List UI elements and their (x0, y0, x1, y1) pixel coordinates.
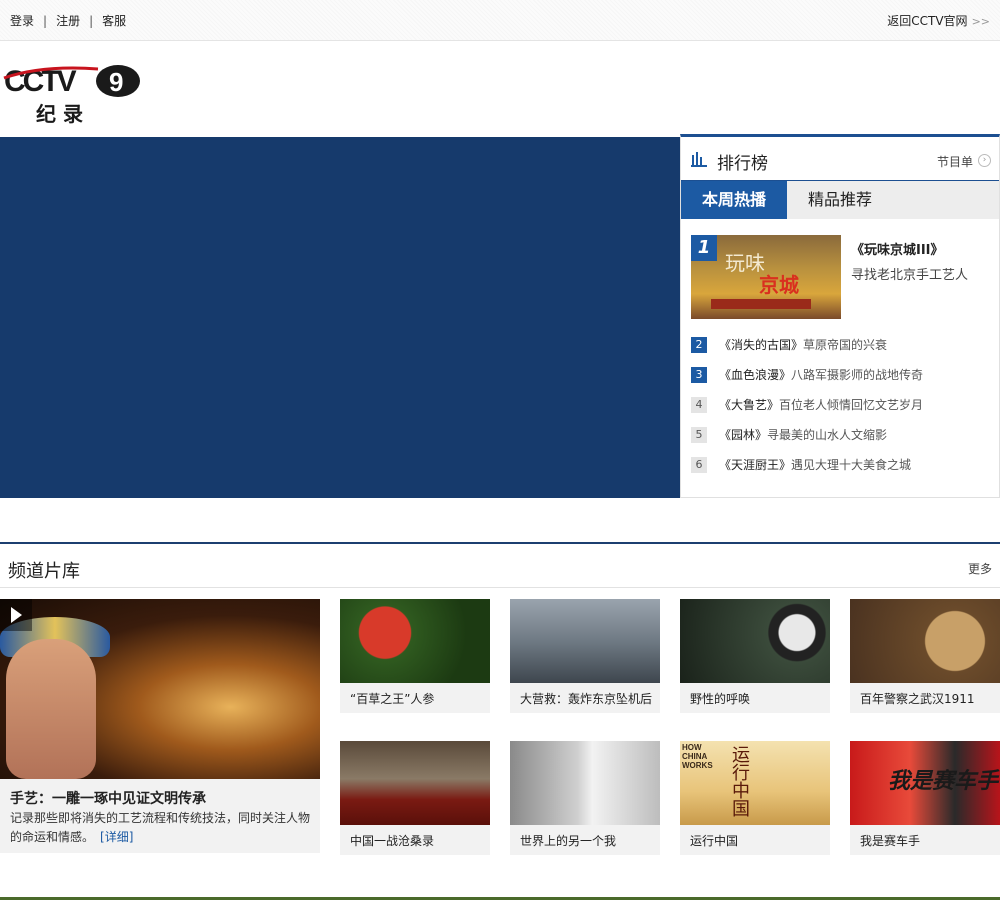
logo-subtitle: 纪 录 (36, 102, 83, 125)
program-card[interactable]: 野性的呼唤 (680, 599, 830, 713)
program-card[interactable]: 大营救：轰炸东京坠机后 (510, 599, 660, 713)
program-title[interactable]: 中国一战沧桑录 (350, 832, 434, 849)
program-thumbnail[interactable] (340, 741, 490, 825)
feature-image[interactable] (0, 599, 320, 779)
program-card[interactable]: “百草之王”人参 (340, 599, 490, 713)
program-card[interactable]: 世界上的另一个我 (510, 741, 660, 855)
list-item[interactable]: 6 《天涯厨王》遇见大理十大美食之城 (691, 457, 991, 487)
rank-number: 4 (691, 397, 707, 413)
program-thumbnail[interactable] (340, 599, 490, 683)
play-icon[interactable] (0, 599, 32, 631)
list-item[interactable]: 3 《血色浪漫》八路军摄影师的战地传奇 (691, 367, 991, 397)
item-desc[interactable]: 草原帝国的兴衰 (803, 338, 887, 352)
chevron-right-icon[interactable]: › (978, 154, 991, 167)
program-title[interactable]: 野性的呼唤 (690, 690, 750, 707)
program-thumbnail[interactable] (510, 741, 660, 825)
program-thumbnail[interactable] (680, 599, 830, 683)
ranking-title: 排行榜 (717, 154, 768, 174)
thumb-text: 京城 (759, 273, 799, 297)
detail-link[interactable]: [详细] (100, 830, 133, 844)
program-title[interactable]: “百草之王”人参 (350, 690, 434, 707)
item-text: 《天涯厨王》遇见大理十大美食之城 (719, 457, 911, 473)
top1-desc[interactable]: 寻找老北京手工艺人 (851, 264, 968, 283)
account-links: 登录 | 注册 | 客服 (10, 12, 126, 29)
program-thumbnail[interactable] (850, 599, 1000, 683)
divider: | (89, 14, 94, 28)
item-text: 《大鲁艺》百位老人倾情回忆文艺岁月 (719, 397, 923, 413)
customer-service-link[interactable]: 客服 (102, 12, 126, 29)
feature-title[interactable]: 手艺：一雕一琢中见证文明传承 (10, 788, 206, 808)
item-desc[interactable]: 百位老人倾情回忆文艺岁月 (779, 398, 923, 412)
item-desc[interactable]: 遇见大理十大美食之城 (791, 458, 911, 472)
item-text: 《园林》寻最美的山水人文缩影 (719, 427, 887, 443)
rank-number: 2 (691, 337, 707, 353)
program-title[interactable]: 大营救：轰炸东京坠机后 (520, 690, 652, 707)
thumb-text: 我是赛车手 (888, 769, 999, 794)
city-wall-graphic (711, 299, 811, 309)
program-thumbnail[interactable]: HOW CHINA WORKS 运行中国 (680, 741, 830, 825)
divider: | (43, 14, 48, 28)
program-thumbnail[interactable]: 我是赛车手 (850, 741, 1000, 825)
ranking-header: 排行榜 节目单 › (681, 137, 999, 181)
item-name[interactable]: 《园林》 (719, 428, 767, 442)
ranking-list: 2 《消失的古国》草原帝国的兴衰 3 《血色浪漫》八路军摄影师的战地传奇 4 《… (691, 337, 991, 487)
ranking-panel: 排行榜 节目单 › 本周热播 精品推荐 1 玩味 京城 《玩味京城III》 寻找… (680, 134, 1000, 498)
program-card[interactable]: HOW CHINA WORKS 运行中国 运行中国 (680, 741, 830, 855)
back-label: 返回CCTV官网 (887, 14, 968, 28)
item-desc[interactable]: 寻最美的山水人文缩影 (767, 428, 887, 442)
item-text: 《消失的古国》草原帝国的兴衰 (719, 337, 887, 353)
item-name[interactable]: 《大鲁艺》 (719, 398, 779, 412)
feature-desc-text: 记录那些即将消失的工艺流程和传统技法，同时关注人物的命运和情感。 (10, 811, 311, 844)
item-name[interactable]: 《天涯厨王》 (719, 458, 791, 472)
top1-info: 《玩味京城III》 寻找老北京手工艺人 (851, 239, 968, 283)
feature-card[interactable]: 手艺：一雕一琢中见证文明传承 记录那些即将消失的工艺流程和传统技法，同时关注人物… (0, 599, 320, 853)
program-list-link[interactable]: 节目单 (937, 153, 973, 170)
program-title[interactable]: 百年警察之武汉1911 (860, 690, 975, 707)
rank-number: 1 (691, 235, 717, 261)
register-link[interactable]: 注册 (56, 12, 80, 29)
library-title: 频道片库 (8, 561, 80, 582)
list-item[interactable]: 4 《大鲁艺》百位老人倾情回忆文艺岁月 (691, 397, 991, 427)
thumb-text: HOW CHINA WORKS (682, 743, 713, 770)
ranking-tabs: 本周热播 精品推荐 (681, 181, 999, 219)
bar-chart-icon (691, 152, 707, 167)
more-link[interactable]: 更多 (968, 560, 992, 577)
statue-face-graphic (6, 639, 96, 779)
top-bar: 登录 | 注册 | 客服 返回CCTV官网 >> (0, 0, 1000, 41)
program-title[interactable]: 世界上的另一个我 (520, 832, 616, 849)
cctv9-logo[interactable]: CCTV 9 纪 录 (2, 61, 142, 126)
login-link[interactable]: 登录 (10, 12, 34, 29)
rank-number: 3 (691, 367, 707, 383)
list-item[interactable]: 2 《消失的古国》草原帝国的兴衰 (691, 337, 991, 367)
program-card[interactable]: 百年警察之武汉1911 (850, 599, 1000, 713)
item-text: 《血色浪漫》八路军摄影师的战地传奇 (719, 367, 923, 383)
feature-desc: 记录那些即将消失的工艺流程和传统技法，同时关注人物的命运和情感。 [详细] (10, 809, 315, 847)
item-name[interactable]: 《血色浪漫》 (719, 368, 791, 382)
program-title[interactable]: 运行中国 (690, 832, 738, 849)
program-thumbnail[interactable] (510, 599, 660, 683)
library-header: 频道片库 更多 (0, 542, 1000, 588)
footer-divider (0, 897, 1000, 900)
program-title[interactable]: 我是赛车手 (860, 832, 920, 849)
thumb-text: 运行中国 (732, 745, 750, 820)
item-desc[interactable]: 八路军摄影师的战地传奇 (791, 368, 923, 382)
program-card[interactable]: 我是赛车手 我是赛车手 (850, 741, 1000, 855)
double-arrow-icon: >> (971, 15, 990, 28)
top1-name[interactable]: 《玩味京城III》 (851, 239, 968, 258)
svg-text:9: 9 (109, 67, 123, 97)
back-to-cctv-link[interactable]: 返回CCTV官网 >> (887, 12, 990, 29)
tab-weekly-hot[interactable]: 本周热播 (681, 181, 787, 219)
rank-number: 6 (691, 457, 707, 473)
list-item[interactable]: 5 《园林》寻最美的山水人文缩影 (691, 427, 991, 457)
tab-recommended[interactable]: 精品推荐 (787, 181, 893, 219)
program-card[interactable]: 中国一战沧桑录 (340, 741, 490, 855)
hero-banner[interactable] (0, 137, 680, 498)
top1-thumbnail[interactable]: 1 玩味 京城 (691, 235, 841, 319)
item-name[interactable]: 《消失的古国》 (719, 338, 803, 352)
cctv9-logo-icon: CCTV 9 纪 录 (2, 63, 142, 126)
rank-number: 5 (691, 427, 707, 443)
